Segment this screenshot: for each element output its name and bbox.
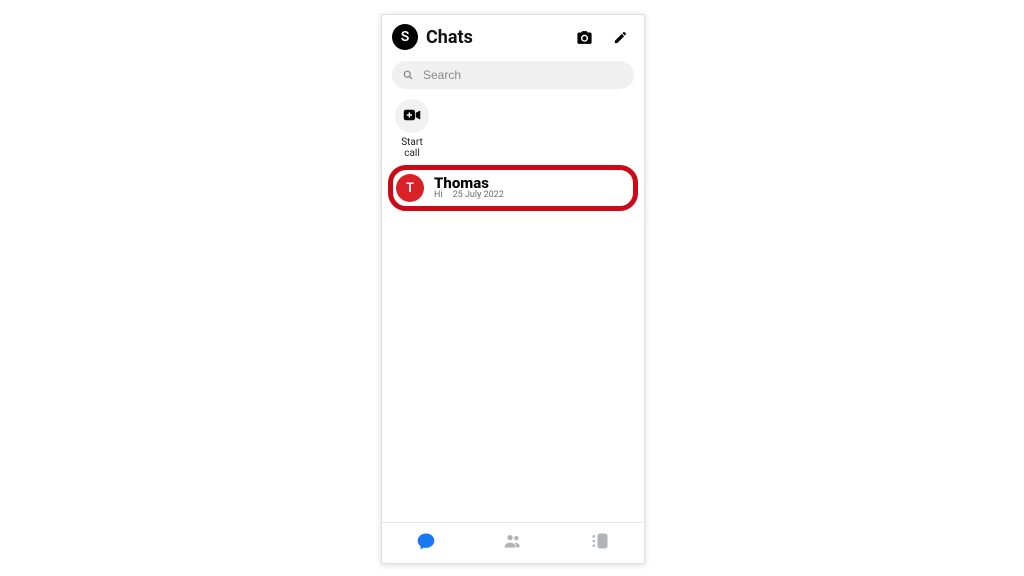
chat-preview: Hi — [434, 191, 443, 201]
avatar-initial: S — [401, 29, 410, 45]
people-icon — [502, 531, 524, 555]
chat-row-thomas[interactable]: T Thomas Hi 25 July 2022 — [390, 167, 636, 209]
profile-avatar[interactable]: S — [392, 24, 418, 50]
chat-meta: Thomas Hi 25 July 2022 — [434, 175, 504, 201]
camera-icon — [576, 29, 593, 46]
video-plus-icon-circle — [395, 99, 429, 133]
video-plus-icon — [403, 107, 421, 126]
chat-name: Thomas — [434, 175, 504, 192]
chat-date: 25 July 2022 — [453, 191, 504, 201]
start-call-button[interactable]: Start call — [392, 99, 432, 159]
start-call-label: Start call — [401, 137, 423, 159]
bottom-nav — [382, 522, 644, 563]
nav-stories[interactable] — [570, 528, 630, 558]
search-icon — [402, 66, 414, 85]
camera-button[interactable] — [570, 23, 598, 51]
app-window: S Chats Start call — [381, 14, 645, 564]
search-bar[interactable] — [392, 61, 634, 89]
chat-bubble-icon — [416, 531, 436, 555]
compose-button[interactable] — [606, 23, 634, 51]
pencil-icon — [613, 30, 628, 45]
stories-icon — [590, 531, 610, 555]
nav-people[interactable] — [483, 528, 543, 558]
shortcuts-row: Start call — [382, 99, 644, 163]
chat-avatar: T — [396, 174, 424, 202]
chat-avatar-initial: T — [406, 181, 414, 196]
chat-list: T Thomas Hi 25 July 2022 — [382, 163, 644, 522]
header: S Chats — [382, 15, 644, 57]
page-title: Chats — [426, 27, 562, 48]
search-input[interactable] — [421, 67, 624, 83]
nav-chats[interactable] — [396, 528, 456, 558]
